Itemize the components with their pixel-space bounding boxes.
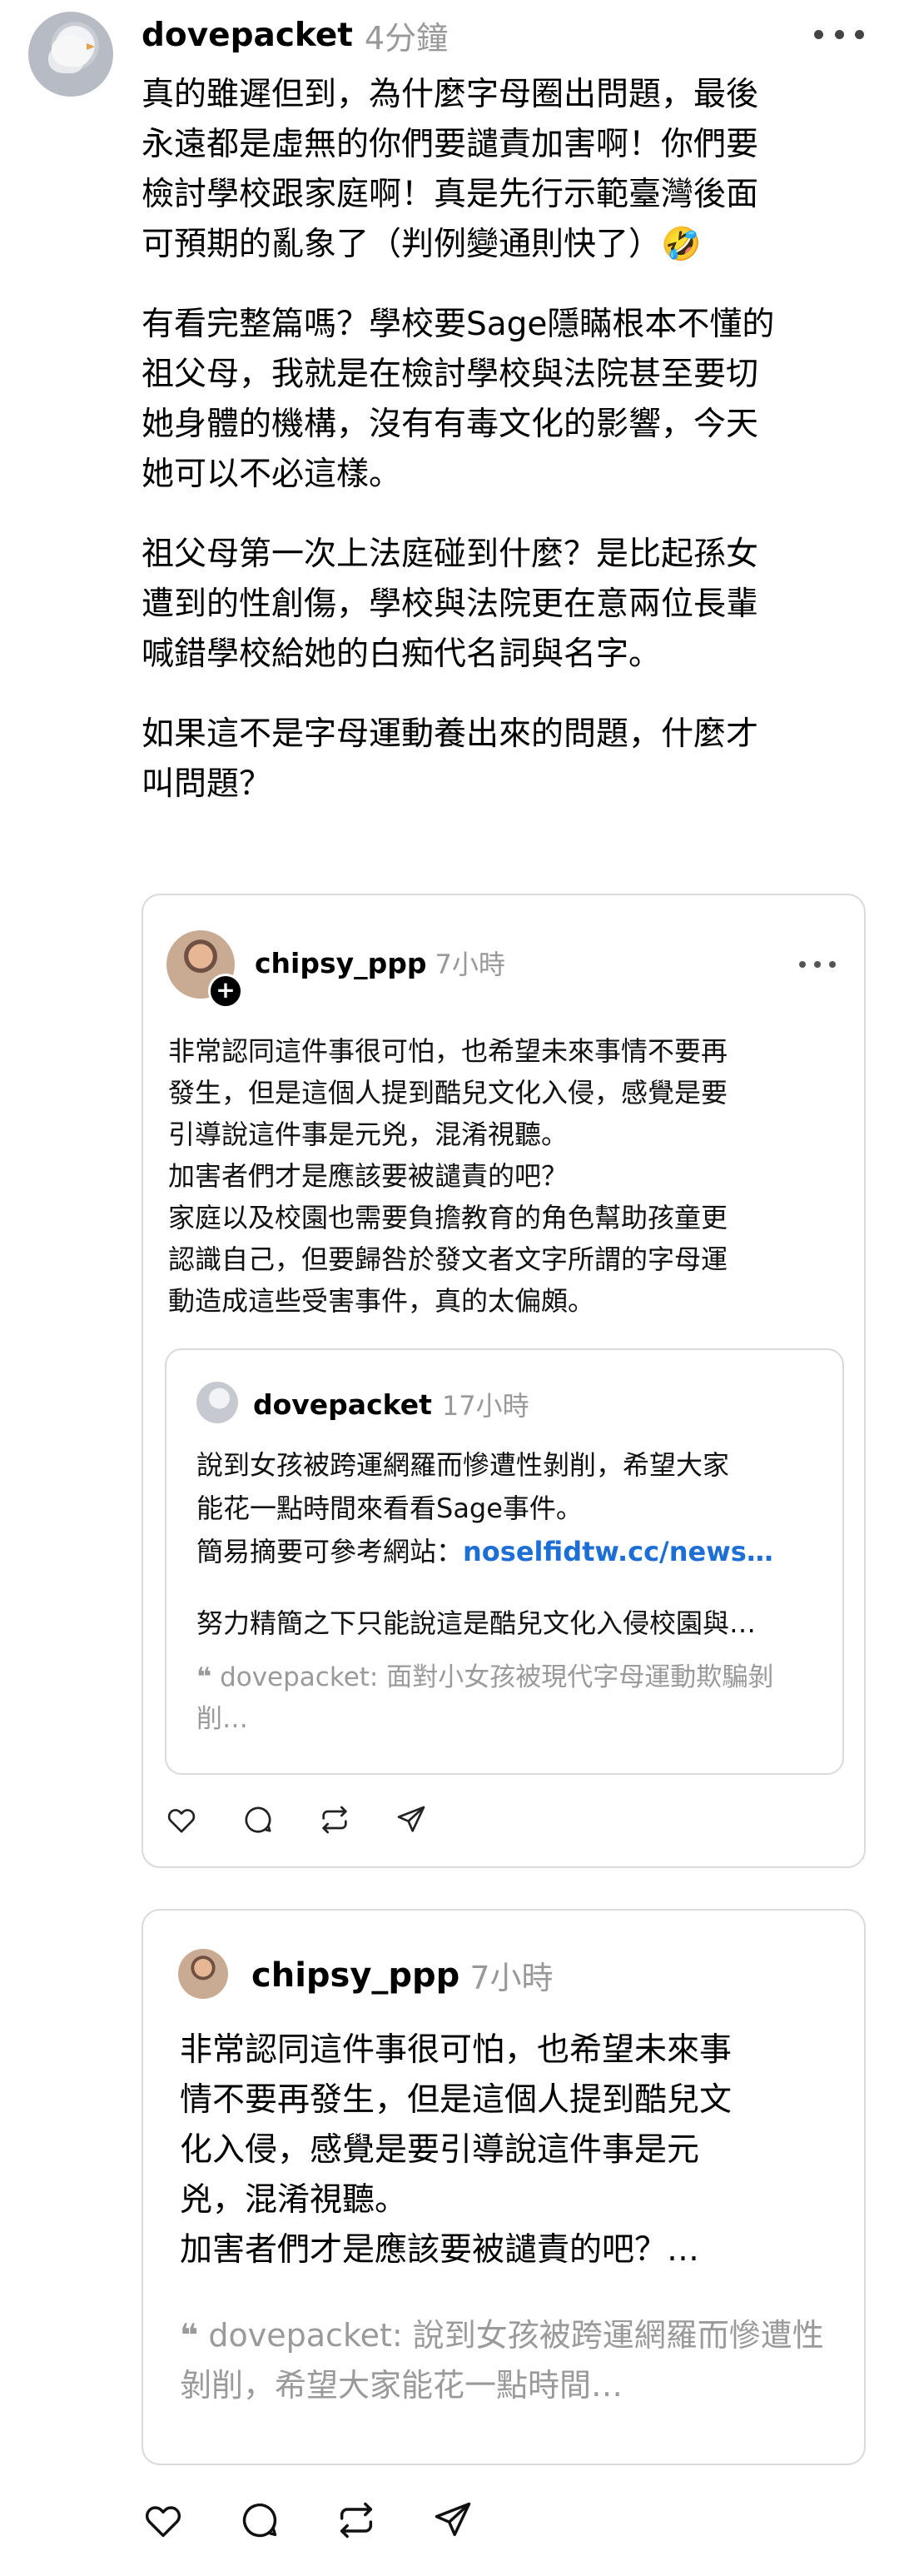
heart-icon[interactable] [165,1803,198,1836]
nested-time: 17小時 [441,1390,529,1422]
comment-icon[interactable] [241,1803,275,1836]
reply-username[interactable]: chipsy_ppp [251,1956,459,1995]
send-icon[interactable] [395,1803,428,1836]
post-paragraph: 真的雖遲但到，為什麼字母圈出問題，最後 永遠都是虛無的你們要譴責加害啊！你們要 … [142,76,759,263]
more-icon[interactable] [814,22,864,47]
nested-line: 說到女孩被跨運網羅而慘遭性剝削，希望大家 [196,1449,730,1481]
post-paragraph: 有看完整篇嗎？學校要Sage隱瞞根本不懂的 祖父母，我就是在檢討學校與法院甚至要… [142,306,775,493]
post-time: 4分鐘 [364,19,449,57]
more-dot [814,961,821,968]
quote-icon: ❝ [196,1662,212,1692]
follow-plus-icon[interactable]: + [208,974,243,1009]
nested-quote-text: dovepacket: 面對小女孩被現代字母運動欺騙剝削… [196,1662,774,1734]
nested-line: 能花一點時間來看看Sage事件。 [196,1492,583,1524]
reply-quote-reference[interactable]: ❝ dovepacket: 說到女孩被跨運網羅而慘遭性剝削，希望大家能花一點時間… [180,2310,837,2410]
nested-username[interactable]: dovepacket [253,1388,432,1421]
nested-quote-reference[interactable]: ❝ dovepacket: 面對小女孩被現代字母運動欺騙剝削… [196,1657,821,1740]
reply-preview-card[interactable]: chipsy_ppp 7小時 非常認同這件事很可怕，也希望未來事 情不要再發生，… [142,1909,866,2465]
repost-icon[interactable] [318,1803,351,1836]
repost-icon[interactable] [335,2499,378,2542]
post-paragraph: 祖父母第一次上法庭碰到什麼？是比起孫女 遭到的性創傷，學校與法院更在意兩位長輩 … [142,536,759,673]
more-dot [814,29,823,39]
avatar[interactable] [178,1949,228,1999]
reply-body: 非常認同這件事很可怕，也希望未來事 情不要再發生，但是這個人提到酷兒文 化入侵，… [180,2031,733,2269]
avatar[interactable] [196,1382,238,1423]
quoted-post-body: 非常認同這件事很可怕，也希望未來事情不要再 發生，但是這個人提到酷兒文化入侵，感… [168,1035,728,1317]
more-icon[interactable] [799,960,836,969]
quote-icon: ❝ [180,2317,199,2354]
nested-excerpt: 努力精簡之下只能說這是酷兒文化入侵校園與… [196,1607,757,1639]
quoted-post-header: chipsy_ppp 7小時 [255,944,505,982]
quoted-post-card[interactable]: + chipsy_ppp 7小時 非常認同這件事很可怕，也希望未來事情不要再 發… [142,894,866,1868]
more-dot [855,29,864,39]
more-dot [834,29,844,39]
quoted-actions-bar [165,1803,428,1836]
avatar[interactable] [28,12,113,97]
post-actions-bar [142,2499,474,2542]
post-paragraph: 如果這不是字母運動養出來的問題，什麼才 叫問題？ [142,715,759,803]
nested-line: 簡易摘要可參考網站：noselfidtw.cc/news… [196,1530,821,1573]
post-body: 真的雖遲但到，為什麼字母圈出問題，最後 永遠都是虛無的你們要譴責加害啊！你們要 … [142,70,866,840]
reply-header: chipsy_ppp 7小時 [251,1952,554,1998]
nested-header: dovepacket 17小時 [253,1385,529,1423]
quoted-username[interactable]: chipsy_ppp [255,947,427,979]
post-username[interactable]: dovepacket [142,17,353,54]
comment-icon[interactable] [238,2499,281,2542]
post-header: dovepacket 4分鐘 [142,12,448,58]
heart-icon[interactable] [142,2499,185,2542]
more-dot [829,961,836,968]
quoted-time: 7小時 [435,949,505,980]
dove-avatar-image [52,35,90,67]
reply-quote-text: dovepacket: 說到女孩被跨運網羅而慘遭性剝削，希望大家能花一點時間… [180,2317,824,2404]
send-icon[interactable] [431,2499,474,2542]
dove-beak [87,43,95,50]
reply-time: 7小時 [469,1960,554,1996]
nested-body: 說到女孩被跨運網羅而慘遭性剝削，希望大家 能花一點時間來看看Sage事件。 簡易… [196,1443,821,1573]
more-dot [799,961,806,968]
nested-link[interactable]: noselfidtw.cc/news… [463,1536,773,1567]
nested-quoted-card[interactable]: dovepacket 17小時 說到女孩被跨運網羅而慘遭性剝削，希望大家 能花一… [165,1348,844,1775]
nested-link-prefix: 簡易摘要可參考網站： [196,1536,464,1567]
